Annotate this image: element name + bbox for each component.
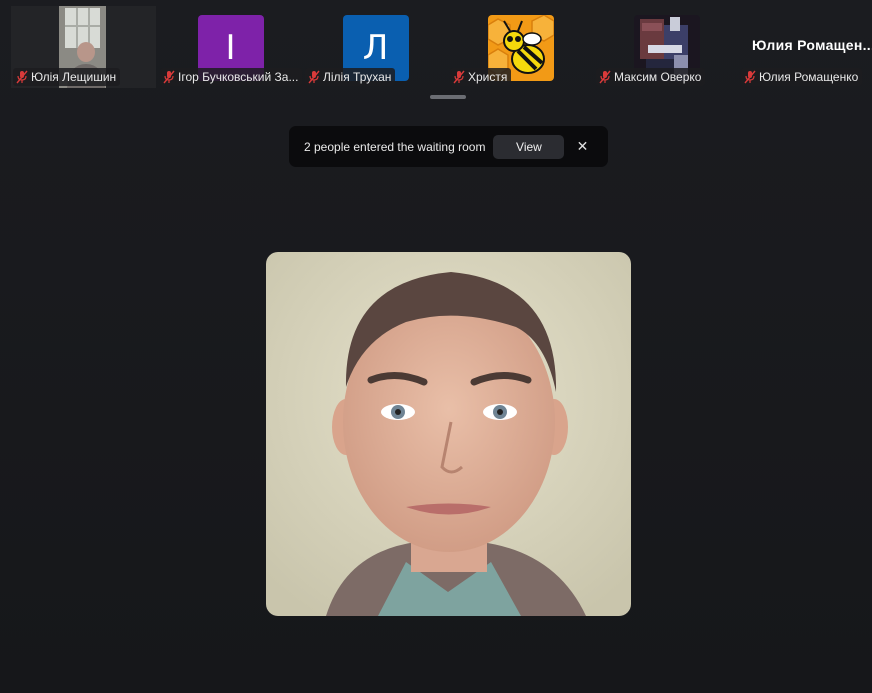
mic-muted-icon (599, 70, 611, 84)
mic-muted-icon (308, 70, 320, 84)
mic-muted-icon (744, 70, 756, 84)
participant-tile[interactable]: І Ігор Бучковський За... (158, 6, 303, 88)
participant-name: Юлия Ромащенко (759, 70, 859, 84)
mic-muted-icon (163, 70, 175, 84)
participant-name-chip: Юлія Лещишин (13, 68, 121, 86)
participant-name: Юлія Лещишин (31, 70, 117, 84)
view-waiting-room-button[interactable]: View (493, 134, 565, 159)
mic-muted-icon (16, 70, 28, 84)
participant-strip: Юлія Лещишин І Ігор Бучковський За... Л … (0, 0, 872, 90)
participant-tile[interactable]: Максим Оверко (594, 6, 739, 88)
participant-name: Ігор Бучковський За... (178, 70, 299, 84)
participant-name-chip: Христя (450, 68, 512, 86)
close-icon[interactable]: ✕ (574, 138, 590, 155)
participant-name-chip: Юлия Ромащенко (741, 68, 863, 86)
participant-tile[interactable]: Юлия Ромащен... Юлия Ромащенко (739, 6, 872, 88)
meeting-window: Юлія Лещишин І Ігор Бучковський За... Л … (0, 0, 872, 693)
strip-drag-handle[interactable] (430, 95, 466, 99)
participant-name: Максим Оверко (614, 70, 702, 84)
participant-display-name: Юлия Ромащен... (752, 37, 872, 53)
participant-tile[interactable]: Л Лілія Трухан (303, 6, 448, 88)
waiting-room-message: 2 people entered the waiting room (304, 139, 486, 154)
participant-name: Лілія Трухан (323, 70, 392, 84)
mic-muted-icon (453, 70, 465, 84)
participant-name-chip: Ігор Бучковський За... (160, 68, 303, 86)
speaker-portrait (266, 252, 631, 616)
participant-name: Христя (468, 70, 508, 84)
participant-name-chip: Максим Оверко (596, 68, 706, 86)
active-speaker-video (266, 252, 631, 616)
participant-name-chip: Лілія Трухан (305, 68, 396, 86)
participant-tile[interactable]: Христя (448, 6, 593, 88)
participant-tile[interactable]: Юлія Лещишин (11, 6, 156, 88)
waiting-room-notification: 2 people entered the waiting room View ✕ (289, 126, 608, 167)
